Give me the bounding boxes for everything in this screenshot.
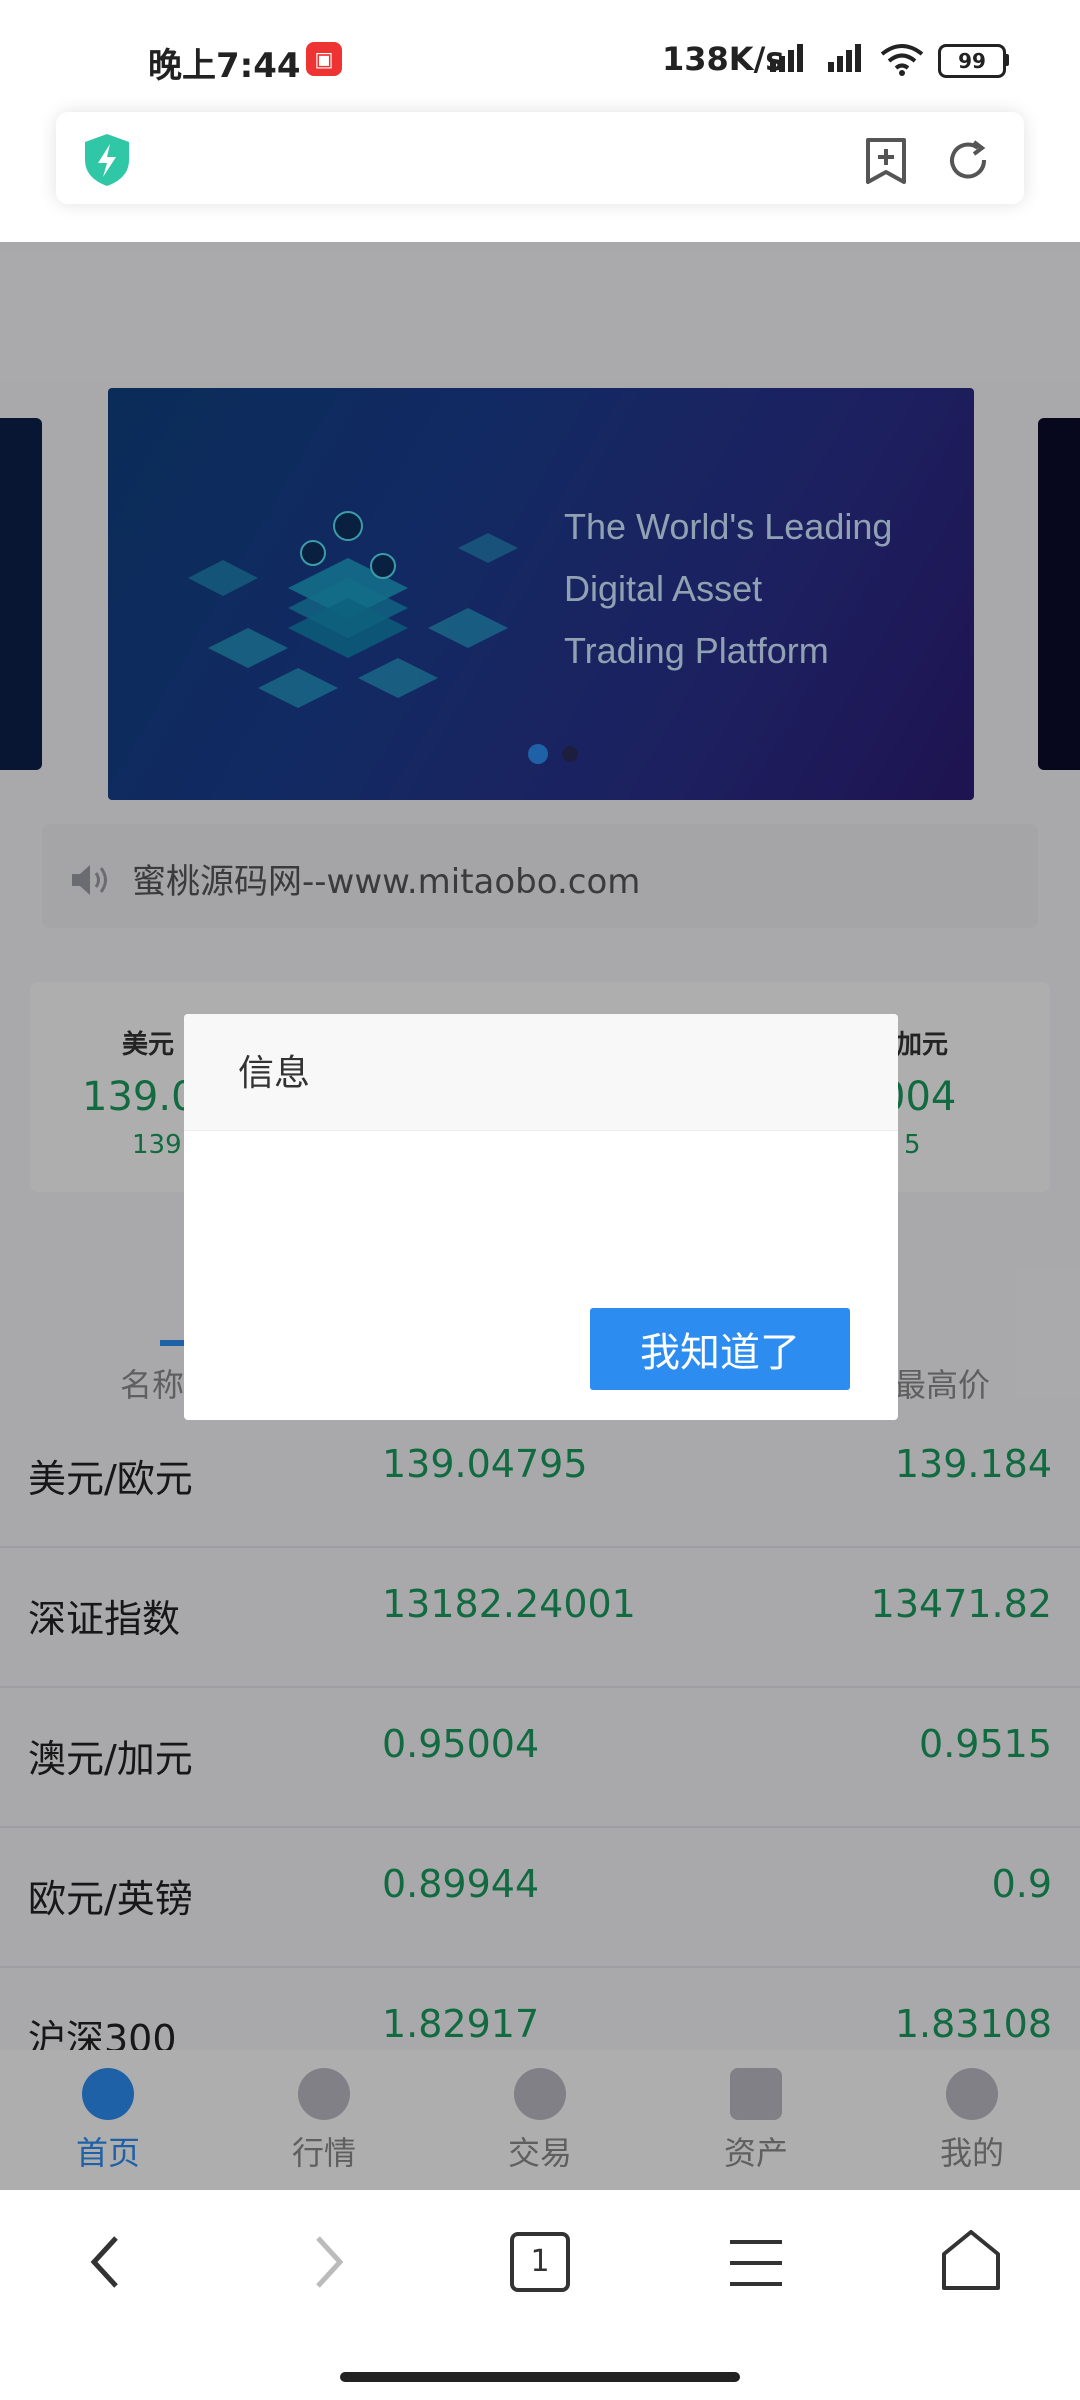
forward-icon[interactable] bbox=[306, 2232, 350, 2292]
signal-icon bbox=[828, 44, 864, 76]
network-speed: 138K/s bbox=[662, 40, 785, 78]
home-indicator[interactable] bbox=[340, 2372, 740, 2382]
back-icon[interactable] bbox=[84, 2232, 128, 2292]
home-icon[interactable] bbox=[940, 2228, 1002, 2292]
browser-nav-bar bbox=[0, 2190, 1080, 2400]
reload-icon[interactable] bbox=[944, 136, 992, 184]
status-time: 晚上7:44 bbox=[148, 46, 301, 86]
info-dialog: 信息 我知道了 bbox=[184, 1014, 898, 1420]
battery-indicator: 99 bbox=[938, 44, 1006, 78]
menu-icon[interactable] bbox=[728, 2238, 784, 2288]
shield-icon bbox=[85, 134, 129, 186]
notification-app-icon: ▣ bbox=[306, 42, 342, 76]
wifi-icon bbox=[880, 44, 924, 76]
dialog-title: 信息 bbox=[238, 1053, 311, 1094]
signal-icon bbox=[770, 44, 806, 76]
acknowledge-button[interactable]: 我知道了 bbox=[590, 1308, 850, 1390]
tabs-count-button[interactable]: 1 bbox=[510, 2232, 570, 2292]
battery-nub bbox=[1004, 54, 1009, 66]
bookmark-add-icon[interactable] bbox=[862, 136, 910, 186]
